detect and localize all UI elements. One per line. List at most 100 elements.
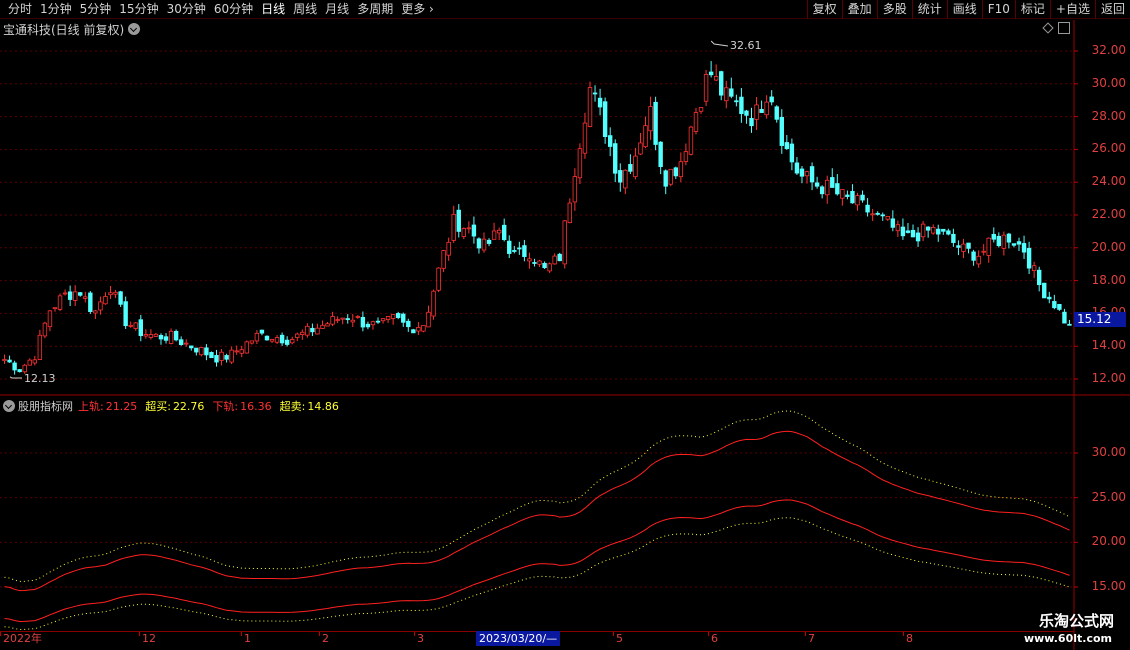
candle-body [719, 71, 724, 96]
candle-body [78, 292, 83, 296]
candle-body [1062, 311, 1067, 324]
candle-body [12, 362, 17, 371]
candle-body [946, 230, 951, 235]
candle-body [1042, 282, 1047, 299]
candle-body [204, 347, 209, 356]
candle-body [83, 296, 88, 299]
candle-body [1031, 265, 1037, 271]
candle-body [572, 176, 578, 203]
indicator-chevron-icon[interactable] [3, 400, 15, 412]
candle-body [739, 96, 744, 115]
candle-body [517, 247, 522, 250]
date-tick: 6 [708, 632, 718, 646]
candle-body [925, 226, 931, 231]
indicator-tick-label: 25.00 [1091, 489, 1126, 504]
candle-body [471, 224, 477, 237]
lower-band-key: 下轨: [212, 400, 239, 413]
candle-body [729, 88, 734, 97]
candle-body [522, 245, 527, 257]
candle-body [784, 142, 790, 150]
candle-body [794, 162, 800, 174]
candle-body [759, 108, 764, 113]
candle-body [234, 350, 239, 353]
candle-body [749, 118, 754, 127]
candle-body [1036, 269, 1042, 286]
candle-body [547, 263, 552, 272]
candle-body [259, 329, 265, 334]
candle-body [542, 262, 547, 269]
candle-body [103, 296, 108, 305]
candle-body [67, 291, 73, 300]
candle-body [153, 333, 159, 337]
price-tick-label: 24.00 [1091, 174, 1126, 189]
candle-body [971, 251, 976, 261]
date-tick: 2 [319, 632, 329, 646]
candle-body [335, 319, 340, 321]
candle-body [123, 301, 128, 327]
price-tick-label: 28.00 [1091, 108, 1126, 123]
candle-body [1016, 241, 1022, 245]
candle-body [269, 338, 275, 342]
upper-band-key: 上轨: [78, 400, 104, 413]
oversold-key: 超卖: [279, 400, 306, 413]
candle-body [325, 323, 330, 327]
candle-body [577, 148, 583, 179]
candle-body [587, 87, 593, 127]
candle-body [406, 320, 411, 328]
candle-body [835, 183, 840, 195]
date-cursor-label: 2023/03/20/— [476, 631, 561, 646]
indicator-name[interactable]: 股朋指标网 [18, 398, 73, 414]
candle-body [855, 195, 860, 206]
oversold-value: 14.86 [307, 399, 339, 413]
candle-body [920, 223, 926, 238]
candle-body [754, 104, 759, 120]
candle-body [693, 112, 699, 132]
candle-body [224, 355, 229, 360]
candle-body [678, 161, 684, 178]
candle-body [860, 194, 865, 201]
candle-body [32, 359, 38, 364]
candle-body [688, 126, 694, 155]
candle-body [507, 240, 512, 254]
candle-body [673, 167, 678, 177]
candle-body [350, 319, 355, 323]
candle-body [941, 228, 946, 232]
date-tick: 12 [139, 632, 156, 646]
oversold-line [4, 517, 1070, 631]
candle-body [219, 351, 224, 361]
candle-body [607, 135, 613, 147]
candle-body [698, 107, 704, 112]
candle-body [37, 334, 43, 360]
candle-body [668, 168, 673, 185]
candle-body [239, 349, 244, 354]
candle-body [481, 238, 487, 251]
candle-body [744, 110, 749, 116]
upper-band-value: 21.25 [105, 399, 138, 413]
candle-body [401, 313, 406, 323]
candle-body [840, 189, 845, 199]
low-leader-line [9, 376, 22, 379]
low-price-label: 12.13 [24, 372, 56, 385]
kline-chart[interactable] [0, 0, 1130, 650]
candle-body [466, 227, 472, 230]
indicator-tick-label: 30.00 [1091, 445, 1126, 459]
candle-body [173, 330, 179, 341]
date-tick: 8 [903, 632, 913, 646]
candle-body [703, 74, 709, 102]
candle-body [910, 229, 916, 238]
candle-body [1001, 234, 1007, 249]
candle-body [57, 295, 63, 310]
candle-body [512, 250, 517, 252]
candle-body [638, 142, 643, 155]
upper-band-line [4, 430, 1070, 592]
candle-body [274, 337, 280, 343]
candle-body [133, 322, 138, 329]
overbought-line [4, 410, 1070, 582]
candle-body [461, 228, 467, 237]
price-tick-label: 14.00 [1091, 338, 1126, 353]
candle-body [809, 166, 815, 183]
candle-body [138, 319, 143, 337]
candle-body [52, 307, 58, 310]
price-tick-label: 30.00 [1091, 75, 1126, 90]
candle-body [628, 164, 633, 172]
